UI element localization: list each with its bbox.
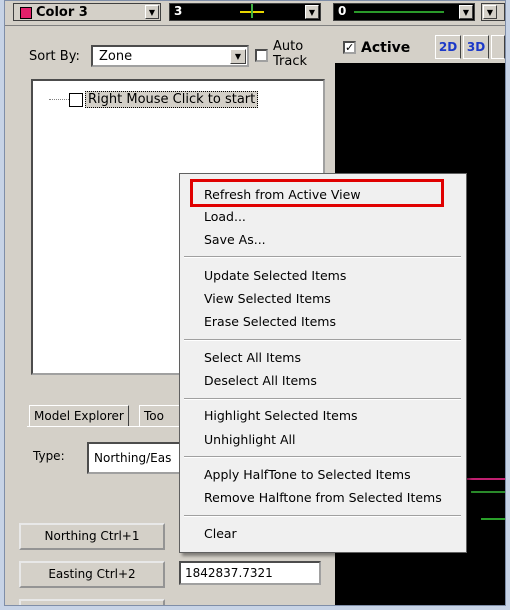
- weight-value: 0: [338, 4, 347, 18]
- menu-separator: [184, 515, 461, 517]
- color-swatch: [20, 7, 32, 19]
- menu-item-update-selected-items[interactable]: Update Selected Items: [204, 268, 346, 283]
- menu-item-load[interactable]: Load...: [204, 209, 246, 224]
- extra-select[interactable]: ▼: [481, 3, 505, 21]
- sort-by-label: Sort By:: [29, 49, 80, 64]
- line-style-select[interactable]: 3 ▼: [169, 3, 321, 21]
- auto-track-label: Auto Track: [273, 39, 308, 69]
- line-style-value: 3: [174, 4, 183, 18]
- menu-item-refresh-from-active-view[interactable]: Refresh from Active View: [204, 187, 361, 202]
- sort-by-value: Zone: [99, 49, 133, 64]
- chevron-down-icon[interactable]: ▼: [459, 5, 473, 19]
- menu-item-clear[interactable]: Clear: [204, 526, 237, 541]
- line-marker-icon: [251, 4, 253, 18]
- weight-select[interactable]: 0 ▼: [333, 3, 475, 21]
- easting-field[interactable]: 1842837.7321: [179, 561, 321, 585]
- chevron-down-icon[interactable]: ▼: [483, 5, 497, 19]
- sort-by-select[interactable]: Zone ▼: [91, 45, 249, 67]
- tree-item-label[interactable]: Right Mouse Click to start: [85, 91, 259, 108]
- weight-preview-icon: [354, 11, 444, 13]
- menu-separator: [184, 398, 461, 400]
- tree-item-checkbox[interactable]: [69, 93, 83, 107]
- northing-button[interactable]: Northing Ctrl+1: [19, 523, 165, 550]
- active-label: Active: [361, 40, 411, 56]
- z-button[interactable]: [19, 599, 165, 605]
- tab-more[interactable]: [491, 35, 505, 59]
- view-toolbar: ✓ Active 2D 3D: [335, 27, 505, 63]
- menu-item-erase-selected-items[interactable]: Erase Selected Items: [204, 314, 336, 329]
- menu-item-save-as[interactable]: Save As...: [204, 232, 266, 247]
- tab-model-explorer[interactable]: Model Explorer: [29, 405, 129, 427]
- menu-item-remove-halftone[interactable]: Remove Halftone from Selected Items: [204, 490, 442, 505]
- type-label: Type:: [33, 449, 65, 463]
- menu-separator: [184, 339, 461, 341]
- menu-item-select-all-items[interactable]: Select All Items: [204, 350, 301, 365]
- color-select-value: Color 3: [36, 5, 88, 20]
- easting-button[interactable]: Easting Ctrl+2: [19, 561, 165, 588]
- chevron-down-icon[interactable]: ▼: [145, 5, 159, 19]
- chevron-down-icon[interactable]: ▼: [230, 49, 246, 64]
- type-value: Northing/Eas: [94, 451, 172, 465]
- auto-track-checkbox[interactable]: [255, 49, 268, 62]
- viewport-line: [471, 491, 505, 493]
- menu-separator: [184, 256, 461, 258]
- tab-2d[interactable]: 2D: [435, 35, 461, 59]
- color-select[interactable]: Color 3 ▼: [13, 3, 161, 21]
- chevron-down-icon[interactable]: ▼: [305, 5, 319, 19]
- menu-item-highlight-selected-items[interactable]: Highlight Selected Items: [204, 408, 358, 423]
- menu-item-unhighlight-all[interactable]: Unhighlight All: [204, 432, 296, 447]
- tab-3d[interactable]: 3D: [463, 35, 489, 59]
- top-toolbar: Color 3 ▼ 3 ▼ 0 ▼ ▼: [5, 1, 505, 26]
- menu-item-apply-halftone[interactable]: Apply HalfTone to Selected Items: [204, 467, 411, 482]
- context-menu: Refresh from Active View Load... Save As…: [179, 173, 467, 553]
- menu-separator: [184, 456, 461, 458]
- menu-item-deselect-all-items[interactable]: Deselect All Items: [204, 373, 317, 388]
- viewport-line: [481, 518, 505, 520]
- app-window: Color 3 ▼ 3 ▼ 0 ▼ ▼ Sort By: Zone ▼ Auto…: [4, 0, 506, 606]
- menu-item-view-selected-items[interactable]: View Selected Items: [204, 291, 331, 306]
- tree-connector: [49, 99, 71, 100]
- active-checkbox[interactable]: ✓: [343, 41, 356, 54]
